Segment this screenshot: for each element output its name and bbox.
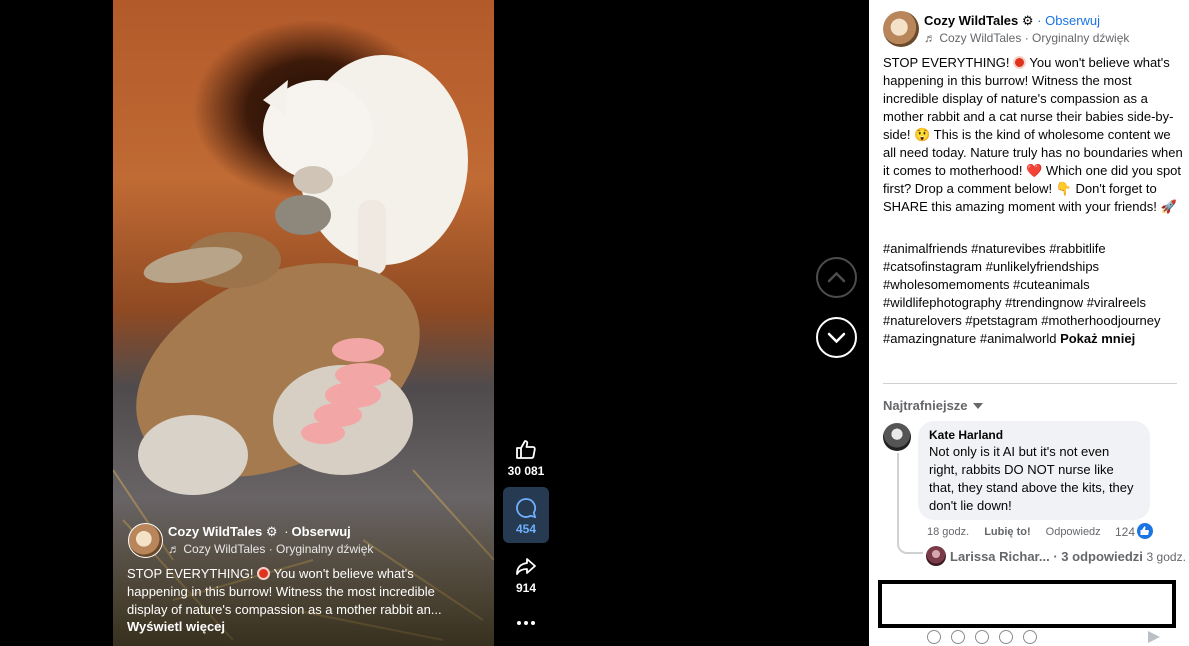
astonished-emoji: 😲 xyxy=(914,127,931,142)
reel-viewer: Cozy WildTales ⚙ · Obserwuj ♬ Cozy WildTa… xyxy=(0,0,1189,646)
sort-dropdown[interactable]: Najtrafniejsze xyxy=(883,398,983,413)
audio-line[interactable]: ♬ Cozy WildTales · Oryginalny dźwięk xyxy=(168,542,373,556)
comment-author[interactable]: Kate Harland xyxy=(929,428,1139,442)
comment-button[interactable]: 454 xyxy=(503,487,549,543)
avatar[interactable] xyxy=(883,423,911,451)
panel-header: Cozy WildTales ⚙ · Obserwuj xyxy=(924,13,1100,29)
overlay-header: Cozy WildTales ⚙ · Obserwuj ♬ Cozy WildTa… xyxy=(128,523,483,559)
reply-author[interactable]: Larissa Richar... xyxy=(950,549,1050,564)
share-count: 914 xyxy=(515,581,537,595)
hashtags: #animalfriends #naturevibes #rabbitlife … xyxy=(883,240,1183,348)
thumbs-up-icon xyxy=(516,440,536,459)
separator-dot: · xyxy=(284,524,289,539)
overlay-page-name[interactable]: Cozy WildTales ⚙ · Obserwuj xyxy=(168,524,351,540)
page-name[interactable]: Cozy WildTales xyxy=(168,524,262,539)
send-icon[interactable] xyxy=(1148,631,1160,643)
like-reaction-icon xyxy=(1137,523,1154,539)
reply-preview[interactable]: Larissa Richar... · 3 odpowiedzi 3 godz. xyxy=(950,549,1186,564)
follow-button[interactable]: Obserwuj xyxy=(292,524,351,539)
recording-dot-icon xyxy=(257,567,271,580)
comment-reply-button[interactable]: Odpowiedz xyxy=(1046,526,1101,538)
audio-line[interactable]: ♬ Cozy WildTales · Oryginalny dźwięk xyxy=(924,31,1129,45)
camera-icon[interactable] xyxy=(975,630,989,644)
post-description: STOP EVERYTHING! You won't believe what'… xyxy=(883,54,1183,216)
like-count: 30 081 xyxy=(507,464,545,478)
comment-bubble: Kate Harland Not only is it AI but it's … xyxy=(918,421,1150,520)
sort-label: Najtrafniejsze xyxy=(883,398,968,413)
share-arrow-icon xyxy=(516,558,536,575)
recording-dot-icon xyxy=(1013,56,1027,69)
avatar[interactable] xyxy=(128,523,163,558)
like-button[interactable]: 30 081 xyxy=(503,438,549,478)
composer-toolbar xyxy=(927,630,1047,646)
show-less-link[interactable]: Pokaż mniej xyxy=(1060,331,1135,346)
see-more-link[interactable]: Wyświetl więcej xyxy=(127,619,225,634)
chevron-up-icon xyxy=(827,271,846,283)
emoji-icon[interactable] xyxy=(951,630,965,644)
caret-down-icon xyxy=(972,403,983,409)
comment-bubble-icon xyxy=(516,498,537,519)
caption-text: STOP EVERYTHING! xyxy=(127,566,254,581)
gif-icon[interactable] xyxy=(999,630,1013,644)
avatar[interactable] xyxy=(883,11,919,47)
pointing-down-emoji: 👇 xyxy=(1055,181,1072,196)
rocket-emoji: 🚀 xyxy=(1160,199,1177,214)
comment-meta: 18 godz. Lubię to! Odpowiedz xyxy=(927,526,1116,538)
comment-like-button[interactable]: Lubię to! xyxy=(984,526,1030,538)
chevron-down-icon xyxy=(827,332,846,344)
comment-reactions[interactable]: 124 xyxy=(1115,523,1154,539)
follow-button[interactable]: · Obserwuj xyxy=(1037,13,1100,28)
previous-reel-button[interactable] xyxy=(816,257,857,298)
gear-icon: ⚙ xyxy=(1021,13,1034,28)
reply-time: 3 godz. xyxy=(1146,550,1186,564)
gear-icon: ⚙ xyxy=(265,524,278,539)
share-button[interactable]: 914 xyxy=(503,555,549,595)
sticker-icon[interactable] xyxy=(1023,630,1037,644)
heart-emoji: ❤️ xyxy=(1026,163,1043,178)
avatar-sticker-icon[interactable] xyxy=(927,630,941,644)
reply-count[interactable]: · 3 odpowiedzi xyxy=(1053,549,1143,564)
reaction-count: 124 xyxy=(1115,525,1136,539)
comment-count: 454 xyxy=(515,522,537,536)
overlay-caption: STOP EVERYTHING! You won't believe what'… xyxy=(127,565,467,619)
video-player[interactable]: Cozy WildTales ⚙ · Obserwuj ♬ Cozy WildTa… xyxy=(113,0,494,646)
divider xyxy=(883,383,1177,384)
post-details-panel: Cozy WildTales ⚙ · Obserwuj ♬ Cozy WildT… xyxy=(869,0,1189,646)
comment-time[interactable]: 18 godz. xyxy=(927,526,969,538)
next-reel-button[interactable] xyxy=(816,317,857,358)
desc-text: STOP EVERYTHING! xyxy=(883,55,1014,70)
page-name[interactable]: Cozy WildTales xyxy=(924,13,1018,28)
comment-text: Not only is it AI but it's not even righ… xyxy=(929,444,1134,513)
comment-input[interactable] xyxy=(878,580,1176,628)
avatar[interactable] xyxy=(926,546,946,566)
ellipsis-icon xyxy=(517,621,535,625)
more-options-button[interactable] xyxy=(503,617,549,629)
